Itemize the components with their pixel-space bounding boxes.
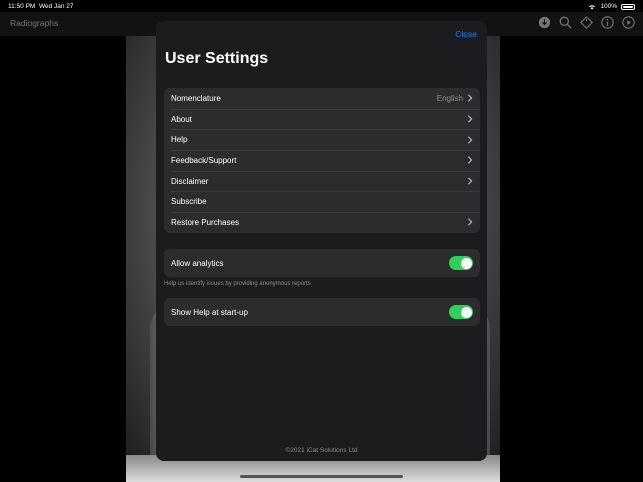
modal-title: User Settings [165,50,269,67]
analytics-group: Allow analytics [164,249,480,277]
status-bar: 11:50 PM Wed Jan 27 100% [0,0,643,12]
copyright-text: ©2021 iCat Solutions Ltd [285,447,358,454]
show-help-label: Show Help at start-up [171,307,248,317]
menu-item-help[interactable]: Help [164,129,480,150]
allow-analytics-row: Allow analytics [164,249,480,277]
show-help-toggle[interactable] [449,305,473,319]
user-settings-modal: Close User Settings Nomenclature English… [156,21,487,461]
menu-item-label: Nomenclature [171,93,221,103]
battery-icon [621,3,635,10]
chevron-right-icon [468,177,473,185]
chevron-right-icon [468,115,473,123]
status-time-text: 11:50 PM [8,3,36,10]
menu-item-label: Subscribe [171,197,207,207]
menu-item-restore-purchases[interactable]: Restore Purchases [164,212,480,233]
status-time: 11:50 PM Wed Jan 27 [8,3,74,10]
show-help-group: Show Help at start-up [164,298,480,326]
menu-item-label: Disclaimer [171,176,209,186]
menu-item-label: Restore Purchases [171,217,240,227]
app-toolbar-icons [538,16,635,29]
chevron-right-icon [468,94,473,102]
menu-item-subscribe[interactable]: Subscribe [164,191,480,212]
menu-item-label: Help [171,135,188,145]
menu-item-feedback-support[interactable]: Feedback/Support [164,150,480,171]
chevron-right-icon [468,218,473,227]
menu-item-nomenclature[interactable]: Nomenclature English [164,88,480,109]
play-icon[interactable] [622,16,635,29]
close-button[interactable]: Close [455,29,477,39]
info-icon[interactable] [601,16,614,29]
menu-item-label: About [171,114,192,124]
battery-percent: 100% [600,3,617,10]
menu-item-value: English [436,93,463,103]
wifi-icon [589,4,596,9]
allow-analytics-label: Allow analytics [171,258,224,268]
tag-icon[interactable] [580,16,593,29]
settings-menu-group: Nomenclature English About Help Feedback… [164,88,480,233]
chevron-right-icon [468,156,473,164]
menu-item-label: Feedback/Support [171,155,237,165]
app-back-title[interactable]: Radiographs [10,18,58,28]
show-help-row: Show Help at start-up [164,298,480,326]
status-date-text: Wed Jan 27 [38,3,74,10]
menu-item-about[interactable]: About [164,108,480,130]
search-icon[interactable] [559,16,572,29]
allow-analytics-toggle[interactable] [449,256,473,270]
analytics-footnote: Help us identify issues by providing ano… [164,281,311,287]
download-icon[interactable] [538,16,551,29]
status-right: 100% [588,3,635,10]
chevron-right-icon [468,136,473,144]
menu-item-disclaimer[interactable]: Disclaimer [164,170,480,192]
home-indicator[interactable] [240,475,403,478]
